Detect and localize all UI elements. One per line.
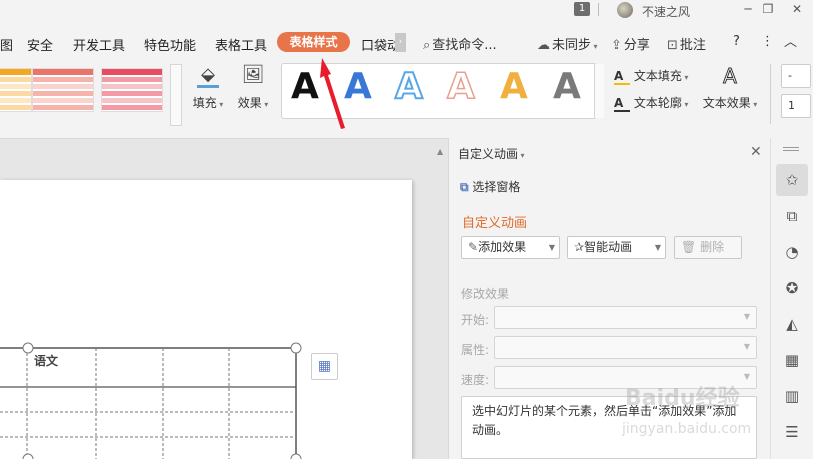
tab-view[interactable]: 图 bbox=[0, 35, 13, 54]
text-fill-button[interactable]: A 文本填充 ▾ bbox=[614, 67, 688, 85]
watermark-url: jingyan.baidu.com bbox=[622, 421, 752, 437]
badge-icon[interactable]: ✪ bbox=[776, 272, 808, 304]
window-count-badge[interactable]: 1 bbox=[574, 2, 590, 16]
wordart-gallery-scroll[interactable] bbox=[594, 64, 604, 118]
cloud-icon: ☁ bbox=[537, 38, 550, 53]
close-icon[interactable]: ✕ bbox=[750, 144, 762, 160]
bar-chart-icon[interactable]: ▥ bbox=[776, 380, 808, 412]
selection-pane-link[interactable]: ⧉ 选择窗格 bbox=[460, 178, 520, 195]
fill-bucket-icon: ⬙ bbox=[197, 64, 219, 88]
star-animation-icon[interactable]: ✩ bbox=[776, 164, 808, 196]
search-command[interactable]: ⌕ 查找命令... bbox=[423, 34, 497, 53]
table-style-swatch-2[interactable] bbox=[32, 68, 94, 112]
delete-button[interactable]: 🗑 删除 bbox=[674, 236, 742, 259]
sync-button[interactable]: ☁ 未同步 ▾ bbox=[537, 34, 598, 53]
property-select[interactable]: ▼ bbox=[494, 336, 757, 359]
divider bbox=[598, 3, 599, 16]
fill-button[interactable]: ⬙ 填充 ▾ bbox=[192, 64, 224, 111]
wordart-gold[interactable]: A bbox=[500, 66, 528, 107]
tab-developer[interactable]: 开发工具 bbox=[73, 35, 125, 54]
close-button[interactable]: ✕ bbox=[785, 0, 809, 20]
smart-animation-button[interactable]: ✰智能动画 ▼ bbox=[567, 236, 666, 259]
effect-button[interactable]: 🖼 效果 ▾ bbox=[235, 64, 271, 111]
wordart-blue[interactable]: A bbox=[344, 66, 372, 107]
line-width-input[interactable]: 1 bbox=[781, 94, 811, 118]
share-icon: ⇪ bbox=[611, 38, 622, 53]
share-button[interactable]: ⇪ 分享 bbox=[611, 34, 650, 53]
collapse-up-icon[interactable]: ▲ bbox=[437, 147, 443, 156]
line-style-input[interactable]: - bbox=[781, 64, 811, 88]
chevron-right-icon[interactable]: › bbox=[395, 33, 406, 52]
swatch-3-graphic bbox=[102, 69, 162, 110]
swatch-gallery-scroll[interactable] bbox=[170, 64, 182, 126]
username[interactable]: 不速之风 bbox=[642, 3, 690, 20]
add-effect-button[interactable]: ✎添加效果 ▼ bbox=[461, 236, 560, 259]
search-icon: ⌕ bbox=[423, 38, 431, 53]
tab-table-style[interactable]: 表格样式 bbox=[277, 32, 350, 52]
divider bbox=[770, 64, 771, 124]
tab-features[interactable]: 特色功能 bbox=[144, 35, 196, 54]
wordart-gray[interactable]: A bbox=[553, 66, 581, 107]
text-outline-icon: A bbox=[614, 96, 630, 112]
swatch-1-graphic bbox=[0, 69, 31, 110]
drag-handle-icon[interactable] bbox=[783, 147, 799, 151]
start-select[interactable]: ▼ bbox=[494, 306, 757, 329]
section-heading: 自定义动画 bbox=[462, 216, 528, 231]
shapes-icon[interactable]: ◔ bbox=[776, 236, 808, 268]
chevron-down-icon: ▼ bbox=[743, 342, 750, 351]
help-button[interactable]: ? bbox=[733, 34, 740, 49]
speed-label: 速度: bbox=[461, 373, 490, 387]
swatch-2-graphic bbox=[33, 69, 93, 110]
selection-pane-icon: ⧉ bbox=[460, 180, 469, 194]
restore-button[interactable]: ❐ bbox=[756, 0, 780, 20]
chevron-down-icon: ▼ bbox=[743, 312, 750, 321]
wordart-black[interactable]: A bbox=[291, 66, 319, 107]
table-layout-icon[interactable]: ▦ bbox=[311, 353, 338, 380]
property-label: 属性: bbox=[461, 343, 490, 357]
more-icon[interactable]: ⋮ bbox=[761, 34, 774, 49]
tab-table-tools[interactable]: 表格工具 bbox=[215, 35, 267, 54]
watermark-logo: Baidu经验 bbox=[625, 386, 740, 411]
transform-icon[interactable]: ⧉ bbox=[776, 200, 808, 232]
image-effect-icon: 🖼 bbox=[241, 64, 265, 85]
table-style-swatch-1[interactable] bbox=[0, 68, 32, 112]
wordart-gallery bbox=[281, 63, 597, 119]
text-effect-icon: A bbox=[723, 64, 738, 89]
chevron-down-icon: ▼ bbox=[743, 372, 750, 381]
wordart-pink-outline[interactable]: A bbox=[446, 65, 475, 108]
tab-security[interactable]: 安全 bbox=[27, 35, 53, 54]
title-bar: 1 不速之风 ─ ❐ ✕ bbox=[0, 0, 813, 20]
collapse-ribbon-button[interactable]: ︿ bbox=[784, 31, 797, 50]
layers-icon[interactable]: ◭ bbox=[776, 308, 808, 340]
comment-button[interactable]: ⊡ 批注 bbox=[667, 34, 706, 53]
comment-icon: ⊡ bbox=[667, 38, 678, 53]
text-outline-button[interactable]: A 文本轮廓 ▾ bbox=[614, 94, 688, 112]
sliders-icon[interactable]: ☰ bbox=[776, 416, 808, 448]
wordart-blue-outline[interactable]: A bbox=[394, 65, 424, 108]
trash-icon: 🗑 bbox=[681, 240, 697, 254]
table-style-swatch-3[interactable] bbox=[101, 68, 163, 112]
start-label: 开始: bbox=[461, 313, 490, 327]
text-fill-icon: A bbox=[614, 69, 630, 85]
modify-effect-label: 修改效果 bbox=[461, 287, 510, 301]
smart-star-icon: ✰ bbox=[574, 240, 585, 254]
pen-icon: ✎ bbox=[468, 240, 479, 254]
grid-icon[interactable]: ▦ bbox=[776, 344, 808, 376]
text-effect-button[interactable]: A 文本效果 ▾ bbox=[700, 64, 760, 111]
table-cell-text[interactable]: 语文 bbox=[34, 352, 58, 369]
avatar[interactable] bbox=[617, 2, 633, 18]
pane-title[interactable]: 自定义动画 ▾ bbox=[458, 145, 525, 162]
